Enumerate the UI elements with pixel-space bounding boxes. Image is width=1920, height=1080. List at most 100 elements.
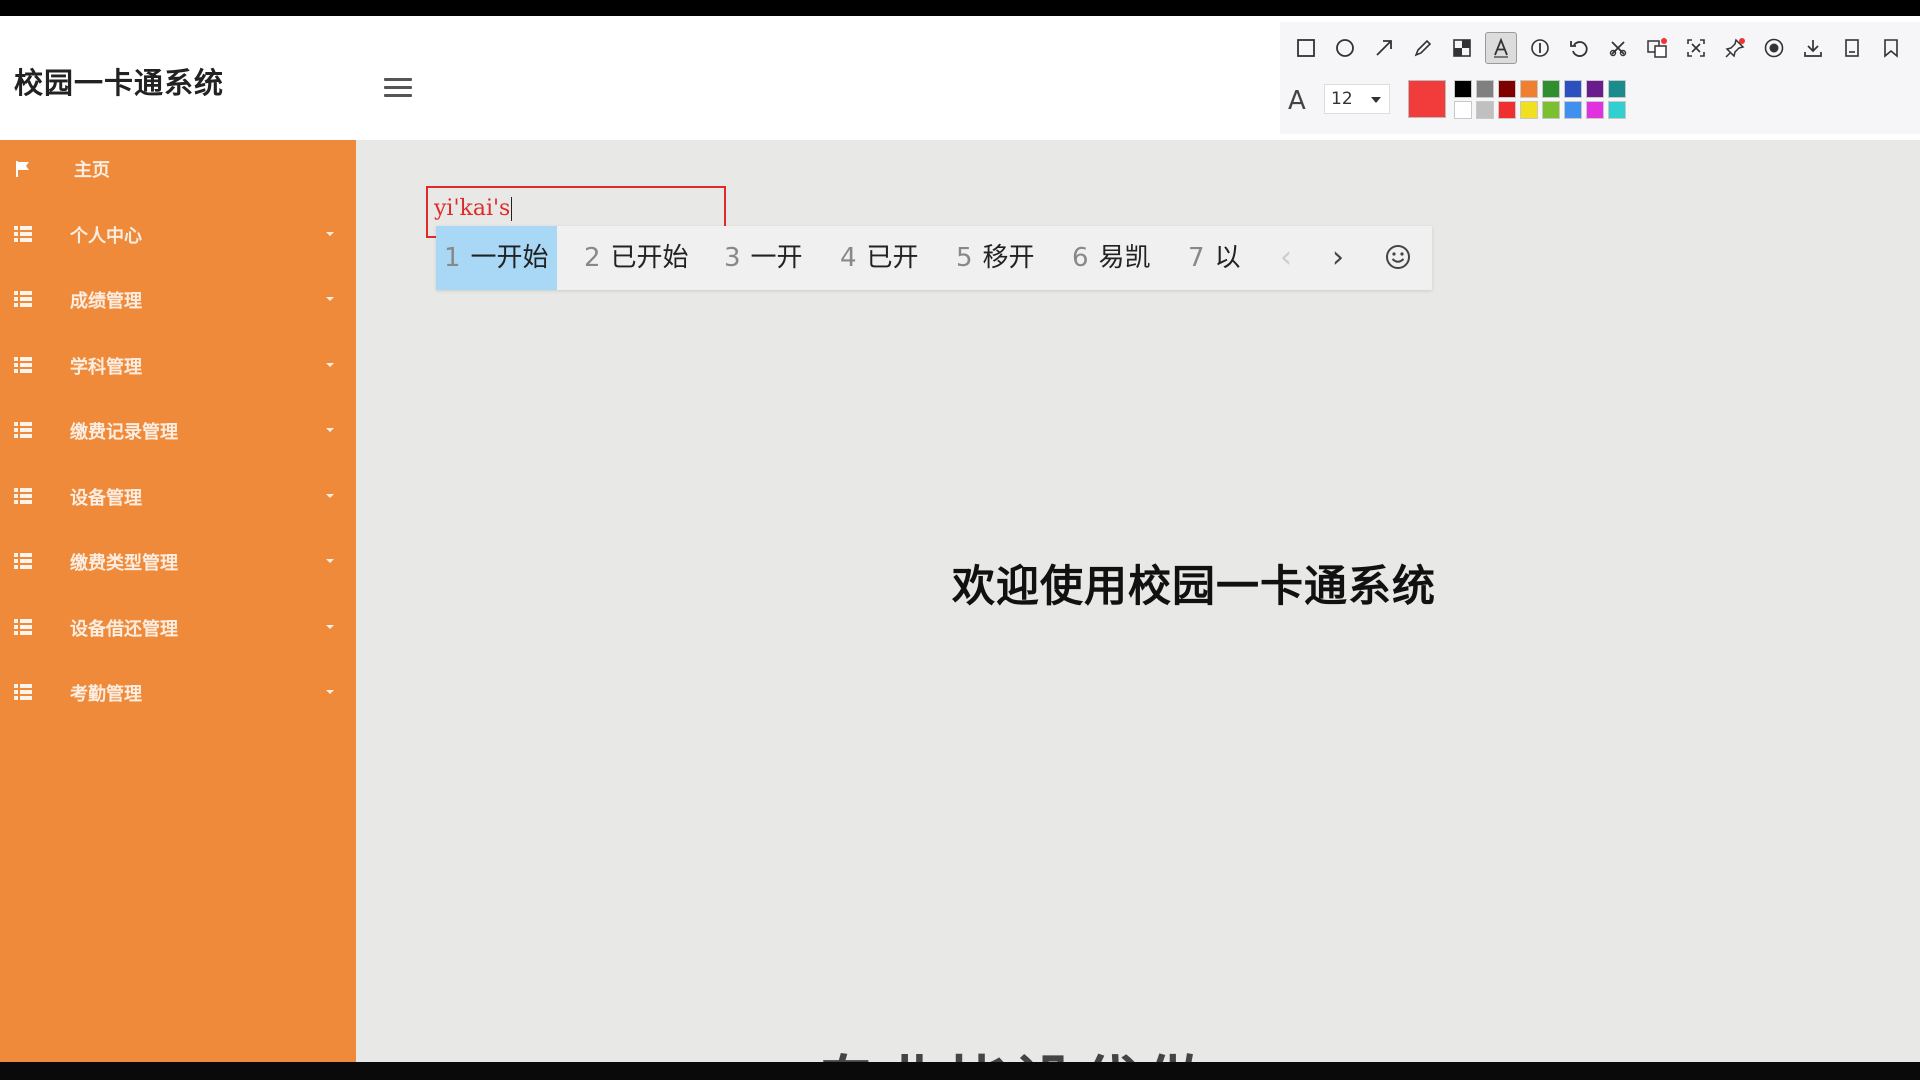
color-swatch[interactable] — [1520, 101, 1538, 119]
candidate-text: 以 — [1214, 243, 1241, 273]
color-swatch[interactable] — [1498, 101, 1516, 119]
color-swatch[interactable] — [1476, 101, 1494, 119]
color-swatch[interactable] — [1542, 80, 1560, 98]
color-swatch[interactable] — [1454, 80, 1472, 98]
color-swatch[interactable] — [1542, 101, 1560, 119]
candidate-number: 4 — [840, 243, 857, 273]
sidebar-item-label: 设备管理 — [70, 487, 142, 509]
current-color-swatch[interactable] — [1408, 80, 1446, 118]
number-marker-icon[interactable] — [1524, 32, 1556, 64]
sidebar-item-6[interactable]: 缴费类型管理 — [0, 537, 356, 589]
ime-candidate[interactable]: 7以 — [1180, 226, 1249, 290]
color-swatch[interactable] — [1564, 80, 1582, 98]
save-icon[interactable] — [1836, 32, 1868, 64]
candidate-text: 移开 — [982, 243, 1035, 273]
candidate-text: 易凯 — [1098, 243, 1151, 273]
annotation-input[interactable]: yi'kai's — [434, 196, 513, 221]
color-swatch[interactable] — [1498, 80, 1516, 98]
emoji-icon[interactable] — [1384, 243, 1412, 271]
ime-candidate[interactable]: 1 一开始 — [436, 226, 557, 290]
undo-icon[interactable] — [1563, 32, 1595, 64]
bookmark-icon[interactable] — [1875, 32, 1907, 64]
candidate-number: 5 — [956, 243, 973, 273]
record-icon[interactable] — [1758, 32, 1790, 64]
color-swatch[interactable] — [1586, 101, 1604, 119]
sidebar-item-label: 成绩管理 — [70, 291, 142, 312]
sidebar-item-label: 考勤管理 — [70, 684, 142, 705]
sidebar-item-0[interactable]: 主页 — [0, 144, 356, 196]
ime-candidate[interactable]: 5 移开 — [948, 226, 1043, 290]
candidate-number: 3 — [724, 243, 741, 273]
sidebar-item-5[interactable]: 设备管理 — [0, 472, 356, 524]
ime-prev-page-button[interactable]: ‹ — [1280, 226, 1292, 290]
arrow-tool-icon[interactable] — [1368, 32, 1400, 64]
translate-icon[interactable] — [1641, 32, 1673, 64]
sidebar-item-4[interactable]: 缴费记录管理 — [0, 406, 356, 458]
text-tool-icon[interactable] — [1485, 32, 1517, 64]
candidate-text: 已开始 — [610, 243, 689, 273]
list-grid-icon — [14, 291, 32, 307]
mosaic-tool-icon[interactable] — [1446, 32, 1478, 64]
bottom-letterbox — [0, 1062, 1920, 1080]
font-size-select[interactable]: 12 — [1324, 84, 1390, 114]
color-swatch[interactable] — [1564, 101, 1582, 119]
annotation-text: yi'kai's — [434, 196, 511, 221]
color-swatch[interactable] — [1476, 80, 1494, 98]
sidebar-item-1[interactable]: 个人中心 — [0, 210, 356, 262]
font-size-value: 12 — [1331, 89, 1353, 109]
list-grid-icon — [14, 684, 32, 700]
sidebar-item-label: 主页 — [74, 160, 110, 181]
ocr-icon[interactable] — [1680, 32, 1712, 64]
candidate-number: 2 — [584, 243, 601, 273]
candidate-text: 已开 — [866, 243, 919, 273]
partial-bottom-text: 专业毕设代做 — [816, 1036, 1212, 1062]
candidate-number: 7 — [1188, 243, 1205, 273]
caret-down-icon — [326, 624, 334, 629]
list-grid-icon — [14, 225, 32, 242]
screenshot-toolbar: A 12 — [1280, 22, 1920, 134]
caret-down-icon — [326, 231, 334, 236]
top-header: 校园一卡通系统 A 12 — [0, 16, 1920, 140]
ellipse-tool-icon[interactable] — [1329, 32, 1361, 64]
list-grid-icon — [14, 618, 32, 635]
menu-toggle-icon[interactable] — [384, 78, 412, 98]
chevron-down-icon — [1371, 97, 1381, 103]
color-swatch[interactable] — [1608, 101, 1626, 119]
candidate-text: 一开 — [750, 243, 803, 273]
app-title: 校园一卡通系统 — [14, 66, 225, 100]
sidebar-item-8[interactable]: 考勤管理 — [0, 668, 356, 720]
list-grid-icon — [14, 487, 32, 504]
ime-candidate[interactable]: 6 易凯 — [1064, 226, 1159, 290]
cancel-icon[interactable] — [1602, 32, 1634, 64]
list-grid-icon — [14, 553, 32, 569]
flag-icon — [14, 160, 32, 177]
download-icon[interactable] — [1797, 32, 1829, 64]
list-grid-icon — [14, 422, 32, 438]
pen-tool-icon[interactable] — [1407, 32, 1439, 64]
sidebar-item-7[interactable]: 设备借还管理 — [0, 603, 356, 655]
color-swatch[interactable] — [1520, 80, 1538, 98]
sidebar-item-3[interactable]: 学科管理 — [0, 341, 356, 393]
ime-candidate-bar: ‹ › 1 一开始 2 已开始 3 一开 4 已开 5 移开 6 易凯 7 以 — [436, 226, 1432, 290]
ime-candidate[interactable]: 4 已开 — [832, 226, 927, 290]
ime-next-page-button[interactable]: › — [1332, 226, 1344, 290]
sidebar-item-2[interactable]: 成绩管理 — [0, 275, 356, 327]
text-cursor — [511, 197, 513, 221]
sidebar-item-label: 缴费类型管理 — [70, 553, 178, 574]
caret-down-icon — [326, 690, 334, 694]
caret-down-icon — [326, 362, 334, 367]
app-frame: 校园一卡通系统 A 12 主页 个人中心 成绩管理 学科管理 缴费记录管理 设备… — [0, 16, 1920, 1062]
ime-candidate[interactable]: 2 已开始 — [576, 226, 697, 290]
sidebar-nav: 主页个人中心成绩管理学科管理缴费记录管理 设备管理缴费类型管理设备借还管理考勤管理 — [0, 140, 356, 1062]
caret-down-icon — [326, 493, 334, 498]
sidebar-item-label: 学科管理 — [70, 356, 142, 378]
color-swatch[interactable] — [1586, 80, 1604, 98]
color-swatch[interactable] — [1608, 80, 1626, 98]
caret-down-icon — [326, 559, 334, 563]
pin-icon[interactable] — [1719, 32, 1751, 64]
sidebar-item-label: 缴费记录管理 — [70, 422, 178, 443]
color-swatch[interactable] — [1454, 101, 1472, 119]
font-size-icon: A — [1288, 86, 1306, 116]
ime-candidate[interactable]: 3 一开 — [716, 226, 811, 290]
rectangle-tool-icon[interactable] — [1290, 32, 1322, 64]
